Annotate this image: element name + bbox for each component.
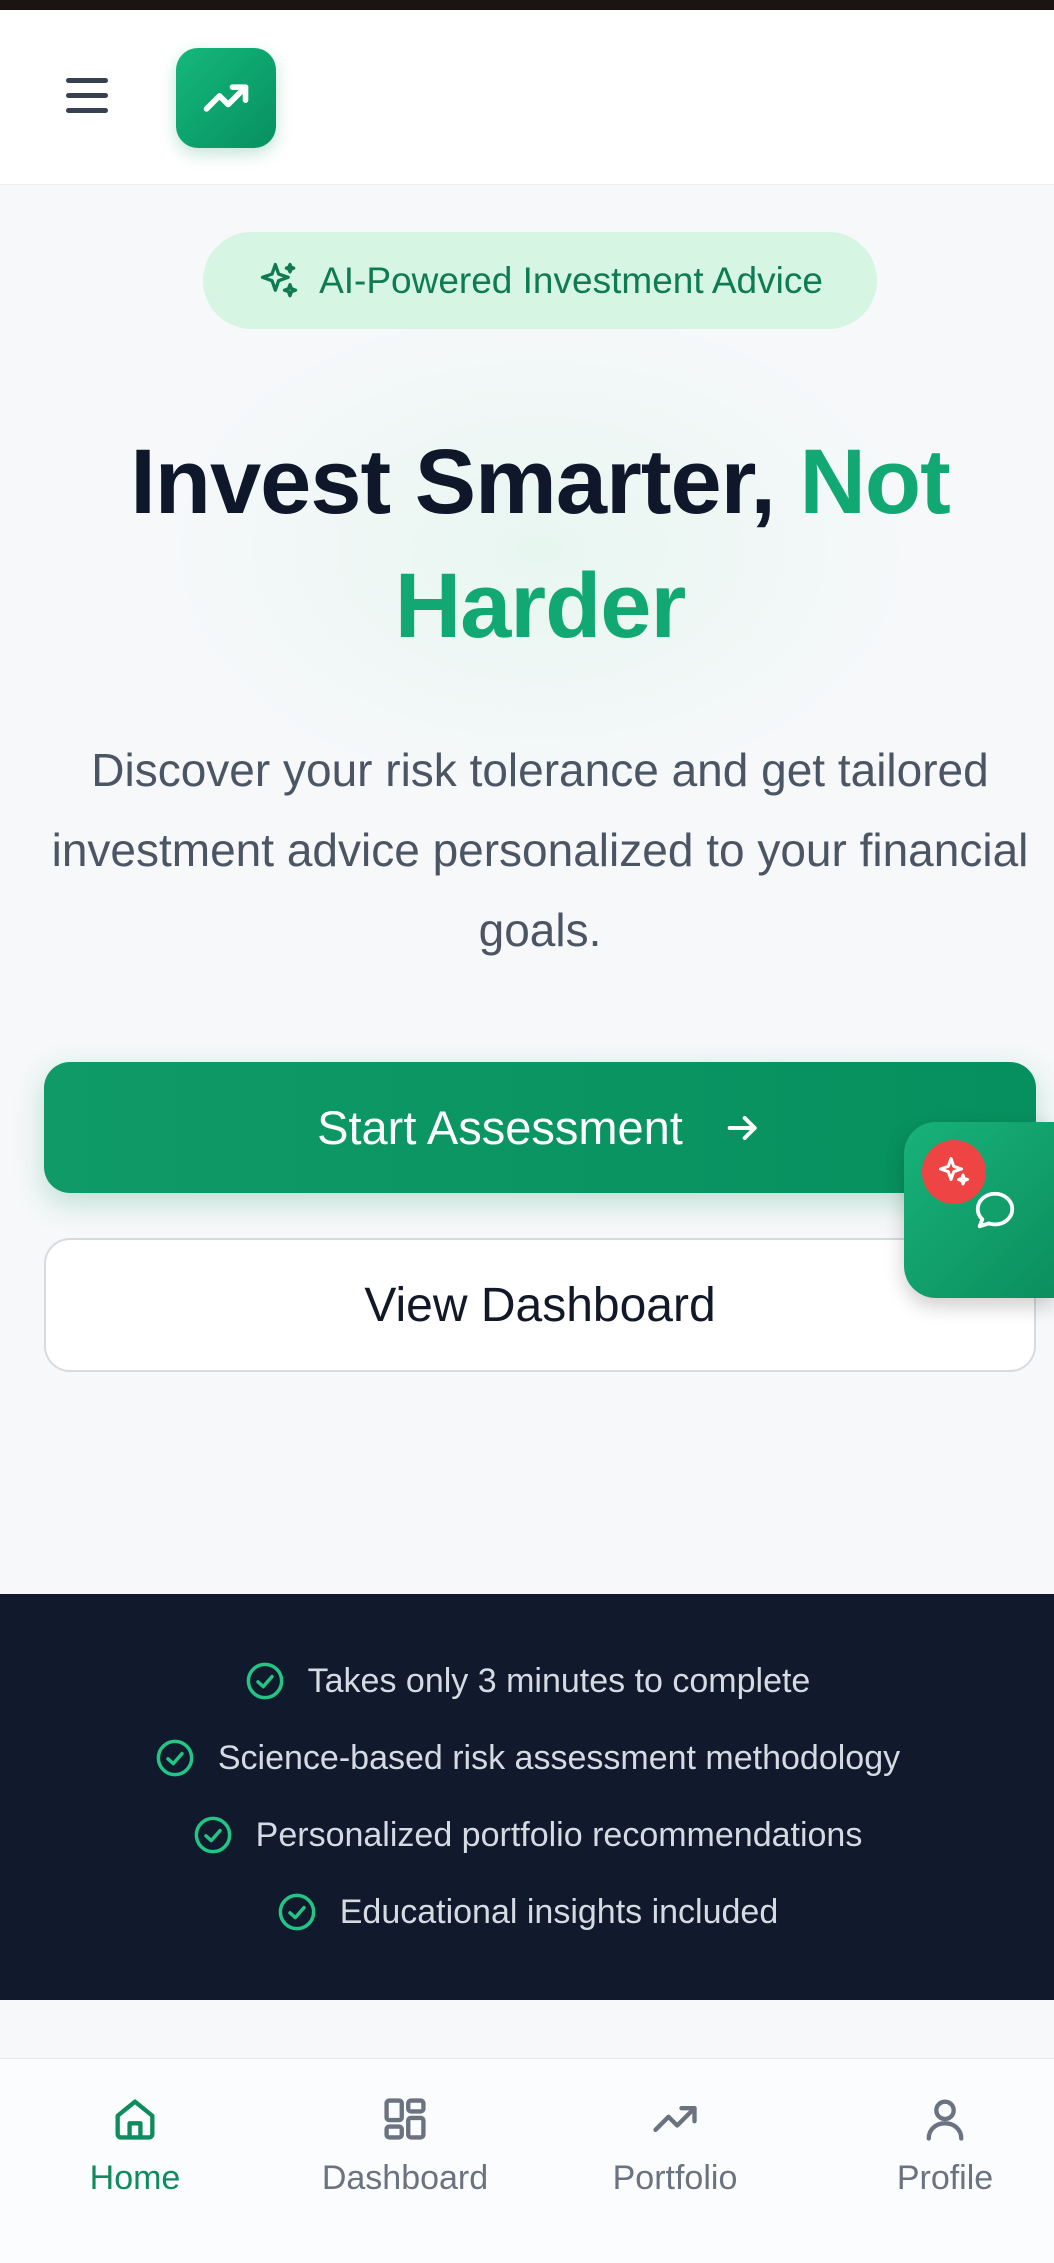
feature-item: Takes only 3 minutes to complete xyxy=(0,1660,1054,1702)
sparkles-icon xyxy=(260,262,298,297)
hero-subtitle: Discover your risk tolerance and get tai… xyxy=(51,744,1029,956)
start-assessment-label: Start Assessment xyxy=(317,1101,683,1154)
view-dashboard-label: View Dashboard xyxy=(364,1278,716,1332)
badge-text: AI-Powered Investment Advice xyxy=(319,259,823,301)
check-circle-icon xyxy=(194,1816,232,1854)
feature-text: Personalized portfolio recommendations xyxy=(255,1815,863,1854)
status-bar-strip xyxy=(0,0,1054,10)
hero-title-main: Invest Smarter, xyxy=(130,431,800,533)
hamburger-menu-icon[interactable] xyxy=(66,78,116,120)
nav-item-dashboard[interactable]: Dashboard xyxy=(290,2093,520,2243)
app-logo[interactable] xyxy=(176,48,276,148)
feature-item: Personalized portfolio recommendations xyxy=(0,1814,1054,1856)
nav-label-portfolio: Portfolio xyxy=(612,2159,738,2197)
sparkles-icon xyxy=(939,1157,969,1186)
trending-up-icon xyxy=(653,2106,697,2132)
check-circle-icon xyxy=(246,1662,284,1700)
notification-badge xyxy=(922,1140,986,1204)
home-icon xyxy=(115,2099,155,2140)
chat-bubble-icon xyxy=(975,1191,1015,1229)
grid-icon xyxy=(384,2098,426,2140)
top-bar xyxy=(0,10,1054,185)
start-assessment-button[interactable]: Start Assessment xyxy=(44,1062,1036,1193)
ai-chat-button[interactable] xyxy=(904,1122,1054,1298)
arrow-right-icon xyxy=(727,1115,757,1140)
feature-text: Science-based risk assessment methodolog… xyxy=(217,1738,901,1777)
nav-item-home[interactable]: Home xyxy=(20,2093,250,2243)
nav-item-portfolio[interactable]: Portfolio xyxy=(560,2093,790,2243)
feature-item: Educational insights included xyxy=(0,1891,1054,1933)
app-screen: AI-Powered Investment Advice Invest Smar… xyxy=(0,0,1054,2263)
nav-label-dashboard: Dashboard xyxy=(321,2159,489,2197)
feature-text: Educational insights included xyxy=(339,1892,779,1931)
feature-item: Science-based risk assessment methodolog… xyxy=(0,1737,1054,1779)
ai-advice-badge: AI-Powered Investment Advice xyxy=(203,232,877,329)
bottom-navigation: Home Dashboard Portfolio Profile xyxy=(0,2058,1054,2263)
nav-label-profile: Profile xyxy=(896,2159,994,2197)
features-band: Takes only 3 minutes to complete Science… xyxy=(0,1594,1054,2000)
check-circle-icon xyxy=(156,1739,194,1777)
nav-label-home: Home xyxy=(89,2159,181,2197)
nav-item-profile[interactable]: Profile xyxy=(830,2093,1054,2243)
user-icon xyxy=(926,2099,964,2141)
trending-up-icon xyxy=(203,84,249,112)
hero-title: Invest Smarter, Not Harder xyxy=(40,420,1040,668)
check-circle-icon xyxy=(278,1893,316,1931)
feature-text: Takes only 3 minutes to complete xyxy=(307,1661,811,1700)
view-dashboard-button[interactable]: View Dashboard xyxy=(44,1238,1036,1372)
